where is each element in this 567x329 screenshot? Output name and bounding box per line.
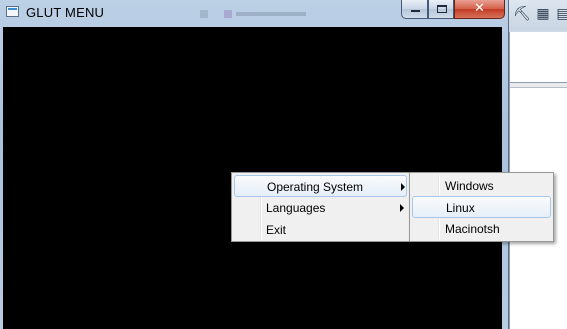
file-icon[interactable]: ▤: [555, 6, 567, 22]
menu-item-windows[interactable]: Windows: [412, 175, 551, 197]
submenu-arrow-icon: [400, 204, 404, 212]
close-icon: ✕: [474, 1, 485, 16]
title-bar[interactable]: GLUT MENU ✕: [0, 0, 509, 26]
ghost-icon: [200, 10, 208, 18]
glut-window: GLUT MENU ✕: [0, 0, 509, 329]
minimize-button[interactable]: [401, 0, 428, 19]
menu-item-label: Linux: [446, 201, 475, 215]
menu-item-label: Exit: [266, 223, 287, 237]
minimize-icon: [411, 10, 420, 12]
background-divider: [510, 83, 567, 88]
shovel-icon[interactable]: ⛏: [513, 6, 531, 22]
menu-item-label: Languages: [266, 201, 326, 215]
maximize-button[interactable]: [428, 0, 454, 19]
context-menu: Operating System Languages Exit: [231, 172, 410, 242]
calendar-icon[interactable]: ▦: [535, 6, 551, 22]
menu-item-label: Macinotsh: [445, 222, 500, 236]
menu-item-languages[interactable]: Languages: [234, 197, 407, 219]
menu-item-label: Operating System: [267, 180, 364, 194]
menu-item-operating-system[interactable]: Operating System: [234, 175, 407, 197]
submenu-arrow-icon: [401, 183, 405, 191]
ghost-text: [236, 12, 306, 16]
menu-item-exit[interactable]: Exit: [234, 219, 407, 241]
submenu: Windows Linux Macinotsh: [409, 172, 554, 242]
close-button[interactable]: ✕: [454, 0, 505, 19]
maximize-icon: [437, 5, 447, 13]
taskbar-ghost: [200, 8, 320, 20]
menu-item-label: Windows: [445, 179, 494, 193]
menu-item-linux[interactable]: Linux: [412, 196, 551, 218]
window-title: GLUT MENU: [26, 5, 105, 20]
caption-buttons: ✕: [401, 0, 505, 19]
background-panel: [509, 32, 567, 83]
application-icon[interactable]: [6, 6, 19, 17]
menu-item-macintosh[interactable]: Macinotsh: [412, 218, 551, 240]
ghost-icon: [224, 10, 232, 18]
background-toolbar: ⛏ ▦ ▤: [505, 0, 567, 30]
